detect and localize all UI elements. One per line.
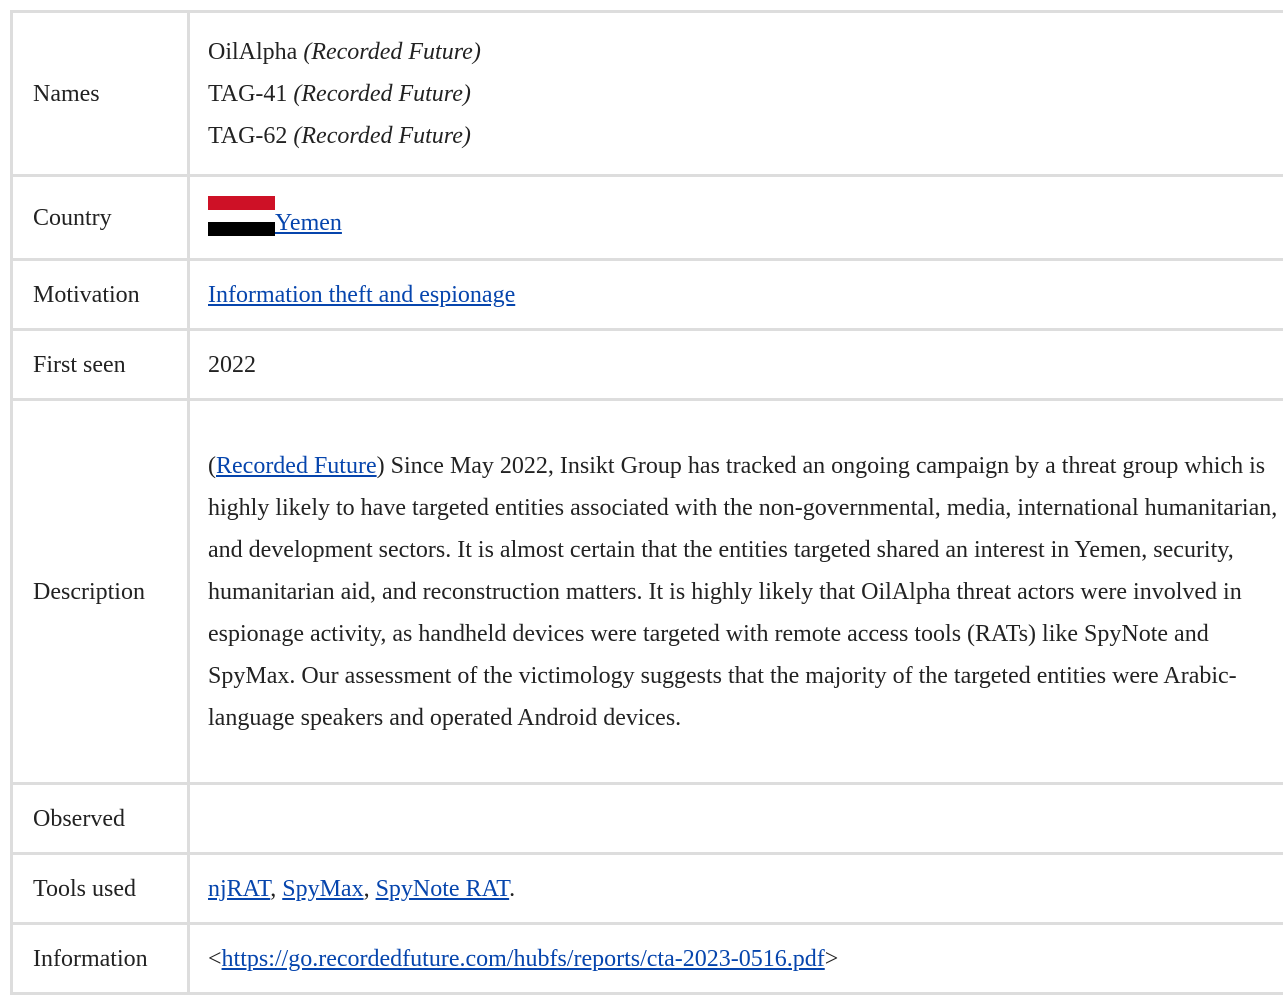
name-text: TAG-41 bbox=[208, 81, 287, 107]
label-description: Description bbox=[12, 400, 189, 784]
row-country: Country Yemen bbox=[12, 176, 1283, 260]
description-text: ) Since May 2022, Insikt Group has track… bbox=[208, 453, 1277, 731]
label-first-seen: First seen bbox=[12, 330, 189, 400]
name-source: (Recorded Future) bbox=[293, 123, 470, 149]
label-names: Names bbox=[12, 12, 189, 176]
tool-end: . bbox=[509, 876, 515, 902]
value-names: OilAlpha (Recorded Future) TAG-41 (Recor… bbox=[189, 12, 1283, 176]
angle-open: < bbox=[208, 946, 222, 972]
name-source: (Recorded Future) bbox=[293, 81, 470, 107]
row-motivation: Motivation Information theft and espiona… bbox=[12, 260, 1283, 330]
value-tools: njRAT, SpyMax, SpyNote RAT. bbox=[189, 854, 1283, 924]
value-description: (Recorded Future) Since May 2022, Insikt… bbox=[189, 400, 1283, 784]
motivation-link[interactable]: Information theft and espionage bbox=[208, 282, 515, 308]
label-information: Information bbox=[12, 924, 189, 994]
value-country: Yemen bbox=[189, 176, 1283, 260]
name-source: (Recorded Future) bbox=[303, 39, 480, 65]
country-link[interactable]: Yemen bbox=[275, 202, 342, 244]
label-tools: Tools used bbox=[12, 854, 189, 924]
report-link[interactable]: https://go.recordedfuture.com/hubfs/repo… bbox=[222, 946, 825, 972]
value-first-seen: 2022 bbox=[189, 330, 1283, 400]
tool-link-spynote[interactable]: SpyNote RAT bbox=[376, 876, 510, 902]
name-item: OilAlpha (Recorded Future) bbox=[208, 31, 1283, 73]
row-names: Names OilAlpha (Recorded Future) TAG-41 … bbox=[12, 12, 1283, 176]
angle-close: > bbox=[825, 946, 839, 972]
info-table: Names OilAlpha (Recorded Future) TAG-41 … bbox=[10, 10, 1283, 995]
tool-link-njrat[interactable]: njRAT bbox=[208, 876, 270, 902]
name-item: TAG-62 (Recorded Future) bbox=[208, 115, 1283, 157]
label-country: Country bbox=[12, 176, 189, 260]
tool-separator: , bbox=[270, 876, 282, 902]
value-information: <https://go.recordedfuture.com/hubfs/rep… bbox=[189, 924, 1283, 994]
tool-separator: , bbox=[364, 876, 376, 902]
value-observed bbox=[189, 784, 1283, 854]
name-text: TAG-62 bbox=[208, 123, 287, 149]
row-first-seen: First seen 2022 bbox=[12, 330, 1283, 400]
row-information: Information <https://go.recordedfuture.c… bbox=[12, 924, 1283, 994]
label-motivation: Motivation bbox=[12, 260, 189, 330]
row-description: Description (Recorded Future) Since May … bbox=[12, 400, 1283, 784]
value-motivation: Information theft and espionage bbox=[189, 260, 1283, 330]
name-text: OilAlpha bbox=[208, 39, 297, 65]
description-source-link[interactable]: Recorded Future bbox=[216, 453, 377, 479]
open-paren: ( bbox=[208, 453, 216, 479]
row-observed: Observed bbox=[12, 784, 1283, 854]
row-tools: Tools used njRAT, SpyMax, SpyNote RAT. bbox=[12, 854, 1283, 924]
tool-link-spymax[interactable]: SpyMax bbox=[282, 876, 363, 902]
name-item: TAG-41 (Recorded Future) bbox=[208, 73, 1283, 115]
label-observed: Observed bbox=[12, 784, 189, 854]
